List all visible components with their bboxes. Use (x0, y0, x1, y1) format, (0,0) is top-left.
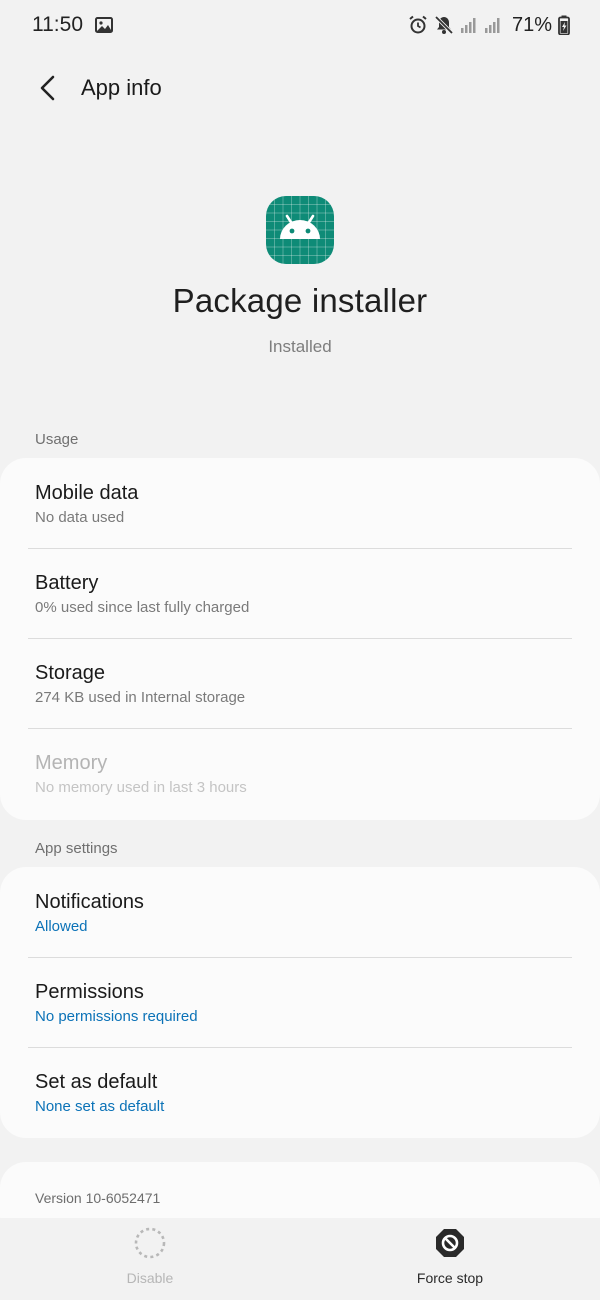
status-left: 11:50 (32, 13, 113, 37)
row-subtitle: No data used (35, 509, 125, 526)
bottom-action-bar: Disable Force stop (0, 1218, 600, 1300)
app-header: Package installer Installed (0, 196, 600, 357)
battery-row[interactable]: Battery 0% used since last fully charged (0, 548, 600, 638)
usage-card: Mobile data No data used Battery 0% used… (0, 458, 600, 820)
row-subtitle: No permissions required (35, 1008, 198, 1025)
mobile-data-row[interactable]: Mobile data No data used (0, 458, 600, 548)
app-settings-card: Notifications Allowed Permissions No per… (0, 867, 600, 1138)
force-stop-label: Force stop (416, 1270, 484, 1286)
row-title: Notifications (35, 891, 144, 913)
status-bar: 11:50 71% (0, 0, 600, 50)
row-title: Memory (35, 752, 108, 774)
notifications-row[interactable]: Notifications Allowed (0, 867, 600, 957)
force-stop-icon (436, 1229, 464, 1257)
back-button[interactable] (30, 70, 66, 106)
disable-icon (134, 1227, 166, 1259)
page-title: App info (81, 75, 162, 100)
section-header-app-settings: App settings (35, 840, 118, 857)
mute-icon (434, 15, 454, 35)
app-install-status: Installed (268, 337, 332, 356)
permissions-row[interactable]: Permissions No permissions required (0, 957, 600, 1047)
row-title: Storage (35, 662, 106, 684)
memory-row: Memory No memory used in last 3 hours (0, 728, 600, 818)
signal-icon (484, 16, 502, 34)
battery-percent: 71% (511, 13, 552, 36)
app-name: Package installer (172, 282, 428, 319)
signal-icon (460, 16, 478, 34)
storage-row[interactable]: Storage 274 KB used in Internal storage (0, 638, 600, 728)
alarm-icon (408, 15, 428, 35)
app-bar: App info (0, 62, 600, 114)
disable-button[interactable]: Disable (0, 1218, 300, 1300)
force-stop-button[interactable]: Force stop (300, 1218, 600, 1300)
row-subtitle: 274 KB used in Internal storage (35, 689, 246, 706)
row-title: Battery (35, 572, 99, 594)
row-title: Mobile data (35, 482, 139, 504)
status-time: 11:50 (32, 13, 83, 36)
version-text: Version 10-6052471 (35, 1190, 161, 1206)
disable-label: Disable (126, 1270, 174, 1286)
row-subtitle: Allowed (35, 918, 88, 935)
row-subtitle: No memory used in last 3 hours (35, 779, 247, 796)
row-subtitle: None set as default (35, 1098, 165, 1115)
chevron-left-icon (40, 75, 55, 101)
row-title: Permissions (35, 981, 144, 1003)
set-as-default-row[interactable]: Set as default None set as default (0, 1047, 600, 1137)
row-title: Set as default (35, 1071, 158, 1093)
android-icon (266, 196, 334, 264)
section-header-usage: Usage (35, 431, 79, 448)
status-right: 71% (408, 14, 570, 37)
battery-charging-icon (558, 15, 570, 35)
row-subtitle: 0% used since last fully charged (35, 599, 250, 616)
image-icon (95, 17, 113, 33)
